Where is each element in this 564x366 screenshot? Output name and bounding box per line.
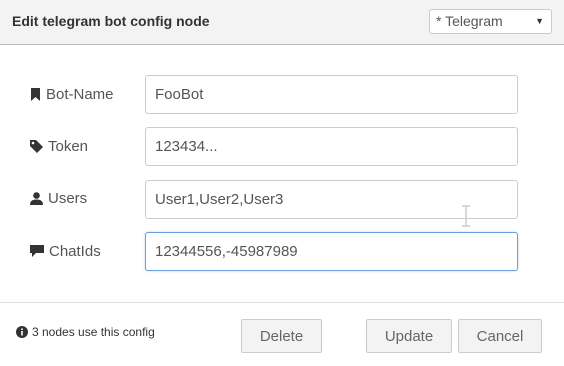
- bot-name-label-row: Bot-Name: [30, 84, 114, 104]
- user-icon: [30, 191, 43, 205]
- comment-icon: [30, 245, 44, 257]
- update-button[interactable]: Update: [366, 319, 452, 353]
- users-label-row: Users: [30, 188, 87, 208]
- text-cursor-icon: [462, 205, 470, 227]
- token-label-row: Token: [30, 136, 88, 156]
- token-label: Token: [48, 137, 89, 155]
- chatids-label: ChatIds: [49, 242, 101, 260]
- config-usage-info: 3 nodes use this config: [16, 325, 155, 339]
- cancel-button[interactable]: Cancel: [458, 319, 542, 353]
- config-usage-text: 3 nodes use this config: [32, 325, 155, 339]
- config-node-select[interactable]: * Telegram ▼: [429, 9, 552, 34]
- config-node-select-value: * Telegram: [436, 13, 503, 29]
- info-circle-icon: [16, 326, 28, 338]
- bot-name-label: Bot-Name: [46, 85, 114, 103]
- delete-button[interactable]: Delete: [241, 319, 322, 353]
- dialog-header: Edit telegram bot config node * Telegram…: [0, 0, 564, 45]
- dialog-footer: 3 nodes use this config Delete Update Ca…: [0, 302, 564, 366]
- dialog-title: Edit telegram bot config node: [12, 13, 210, 29]
- caret-down-icon: ▼: [535, 16, 544, 26]
- bookmark-icon: [31, 87, 40, 101]
- bot-name-input[interactable]: [145, 75, 518, 114]
- chatids-label-row: ChatIds: [30, 241, 101, 261]
- token-input[interactable]: [145, 127, 518, 166]
- tag-icon: [30, 139, 43, 153]
- users-label: Users: [48, 189, 88, 207]
- chatids-input[interactable]: [145, 232, 518, 271]
